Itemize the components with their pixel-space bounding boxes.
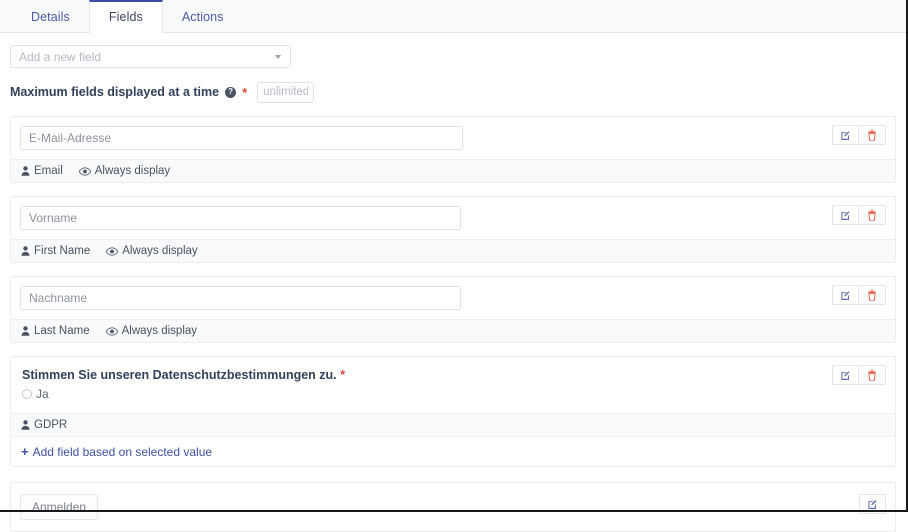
edit-field-button-gdpr[interactable] [832,365,859,385]
add-field-section: Add a new field [10,33,896,68]
fields-panel: Add a new field Maximum fields displayed… [0,33,906,532]
delete-field-button-first-name[interactable] [859,205,886,225]
tab-bar: Details Fields Actions [0,0,906,33]
eye-icon [106,246,119,256]
question-circle-icon[interactable]: ? [225,86,237,98]
user-icon [21,166,30,176]
field-card-main [11,117,895,159]
trash-icon [868,209,876,221]
add-conditional-field-label: Add field based on selected value [32,444,213,459]
field-visibility-label-last-name: Always display [121,325,198,337]
field-type-label-email: Email [34,165,63,177]
tab-details-label: Details [31,10,70,24]
edit-field-button-first-name[interactable] [832,205,859,225]
chevron-down-icon [275,54,281,59]
field-type-label-first-name: First Name [34,245,91,257]
field-input-last-name[interactable] [20,286,461,310]
trash-icon [868,369,876,381]
field-input-email[interactable] [20,126,463,150]
field-meta-first-name: First Name Always display [11,239,895,262]
gdpr-radio-label-ja: Ja [36,387,49,401]
field-card-main [11,197,895,239]
gdpr-radio-ja[interactable] [22,389,32,399]
max-fields-label: Maximum fields displayed at a time [10,85,220,99]
edit-square-icon [868,499,877,509]
delete-field-button-gdpr[interactable] [859,365,886,385]
user-icon [21,420,30,430]
field-card-main: Stimmen Sie unseren Datenschutzbestimmun… [11,357,895,413]
tab-actions-label: Actions [181,10,224,24]
edit-square-icon [841,210,850,220]
field-card-body [20,286,886,310]
edit-field-button-last-name[interactable] [832,285,859,305]
user-icon [21,246,30,256]
add-new-field-placeholder: Add a new field [19,49,102,64]
field-type-last-name: Last Name [21,325,90,337]
field-card-body [20,206,886,230]
max-fields-required-marker: * [242,84,248,100]
max-fields-input[interactable] [257,81,315,103]
delete-field-button-email[interactable] [859,125,886,145]
tab-fields-label: Fields [108,10,143,24]
plus-icon: + [21,444,29,459]
field-meta-email: Email Always display [11,159,895,182]
field-card-first-name: First Name Always display [10,196,896,263]
field-card-last-name: Last Name Always display [10,276,896,343]
field-actions-gdpr [832,365,886,385]
form-submit-button[interactable]: Anmelden [20,494,99,520]
field-visibility-last-name: Always display [105,325,198,337]
gdpr-required-marker: * [340,367,346,382]
field-type-email: Email [21,165,63,177]
edit-square-icon [841,290,850,300]
edit-field-button-email[interactable] [832,125,859,145]
edit-square-icon [841,370,850,380]
gdpr-question: Stimmen Sie unseren Datenschutzbestimmun… [22,367,886,382]
field-card-body: Stimmen Sie unseren Datenschutzbestimmun… [20,366,886,404]
tab-fields[interactable]: Fields [88,0,163,33]
field-type-label-last-name: Last Name [34,325,90,337]
user-icon [21,326,30,336]
gdpr-question-text: Stimmen Sie unseren Datenschutzbestimmun… [22,368,337,382]
tab-details[interactable]: Details [12,0,89,32]
submit-button-card: Anmelden [10,482,896,532]
edit-square-icon [841,130,850,140]
field-visibility-label-email: Always display [94,165,171,177]
eye-icon [78,166,91,176]
field-card-email: Email Always display [10,116,896,183]
eye-icon [105,326,118,336]
field-card-gdpr: Stimmen Sie unseren Datenschutzbestimmun… [10,356,896,467]
field-card-body [20,126,886,150]
add-new-field-select[interactable]: Add a new field [10,45,291,68]
trash-icon [868,289,876,301]
field-visibility-label-first-name: Always display [122,245,198,257]
max-fields-row: Maximum fields displayed at a time ? * [10,81,896,103]
field-type-gdpr: GDPR [21,419,67,431]
field-meta-last-name: Last Name Always display [11,319,895,342]
field-visibility-email: Always display [78,165,171,177]
field-input-first-name[interactable] [20,206,461,230]
field-visibility-first-name: Always display [106,245,198,257]
field-actions-last-name [832,285,886,305]
field-meta-gdpr: GDPR [11,413,895,436]
field-card-main [11,277,895,319]
trash-icon [868,129,876,141]
tab-actions[interactable]: Actions [163,0,243,32]
gdpr-conditional-row: + Add field based on selected value [11,436,895,466]
add-conditional-field-link[interactable]: + Add field based on selected value [21,445,212,459]
field-actions-first-name [832,205,886,225]
delete-field-button-last-name[interactable] [859,285,886,305]
field-actions-email [832,125,886,145]
gdpr-option-row[interactable]: Ja [22,387,886,401]
field-type-label-gdpr: GDPR [34,419,68,431]
field-type-first-name: First Name [21,245,90,257]
